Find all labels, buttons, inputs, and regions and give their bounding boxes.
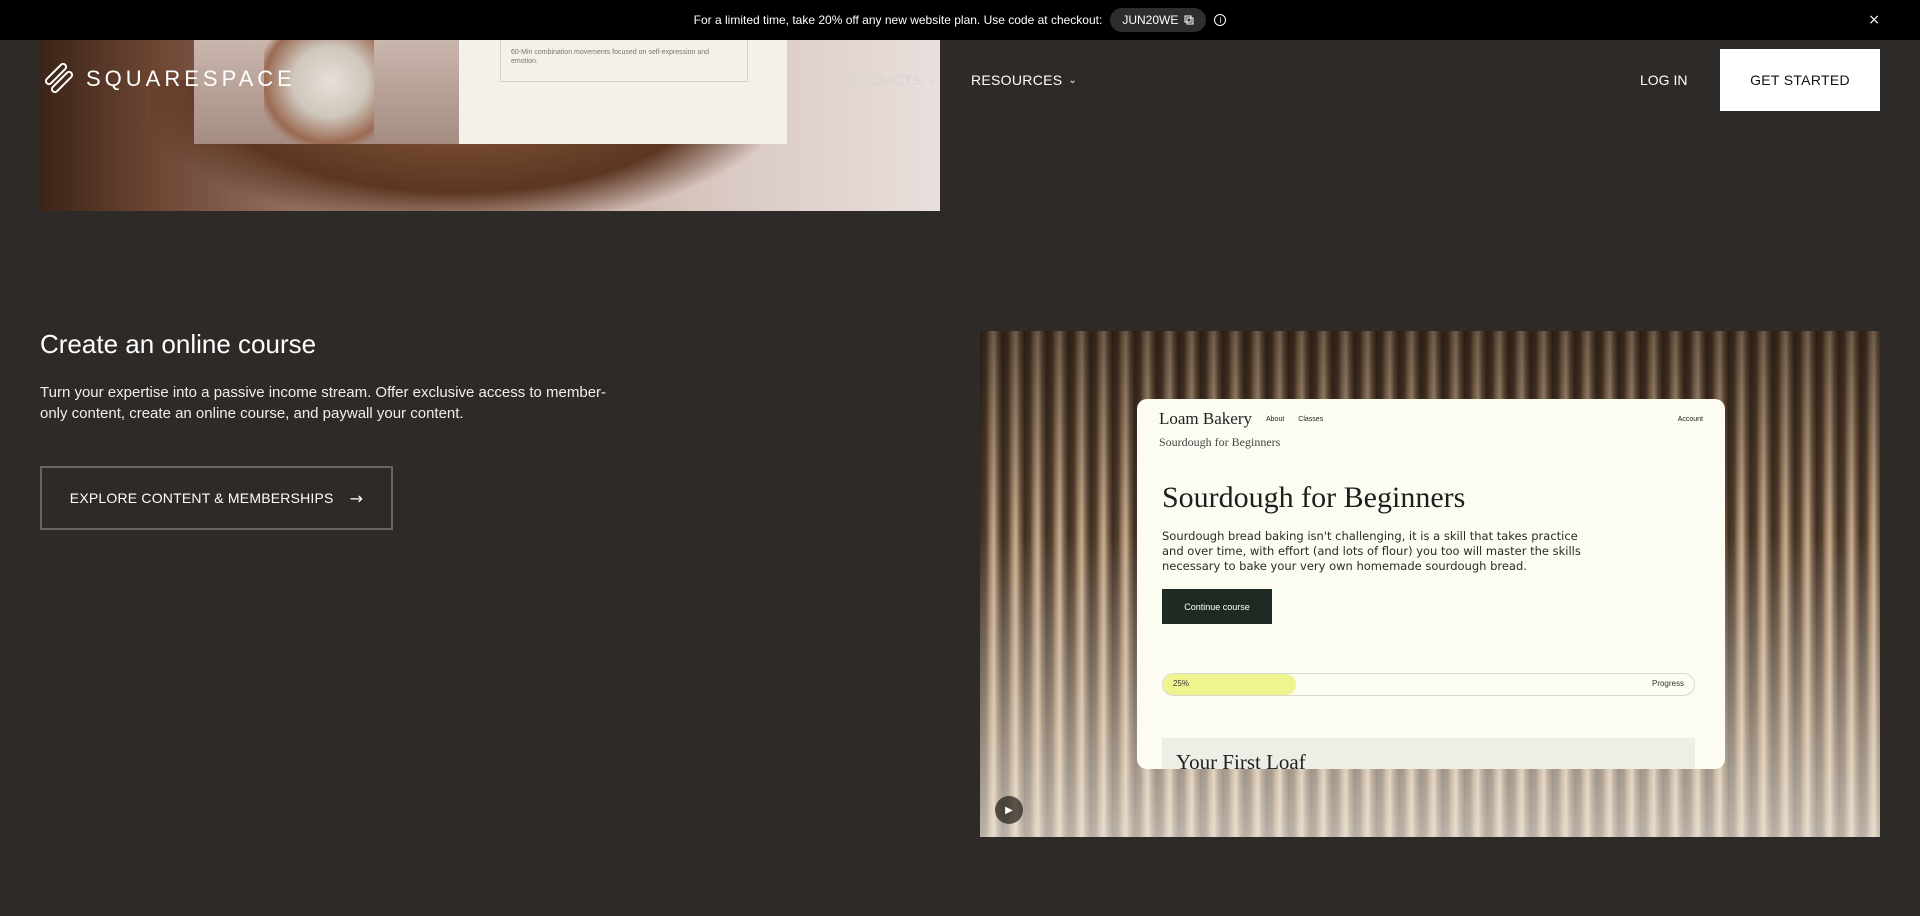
- mockup-links: About Classes: [1266, 416, 1323, 423]
- chevron-down-icon: ⌄: [1068, 74, 1078, 86]
- promo-bar: For a limited time, take 20% off any new…: [0, 0, 1920, 40]
- info-icon[interactable]: i: [1214, 14, 1227, 26]
- nav-resources[interactable]: RESOURCES ⌄: [971, 72, 1077, 88]
- mockup-link-about: About: [1266, 415, 1285, 423]
- mockup-breadcrumb: Sourdough for Beginners: [1159, 435, 1281, 449]
- course-video[interactable]: Loam Bakery About Classes Account Sourdo…: [980, 331, 1880, 837]
- nav-products-label: PRODUCTS: [841, 72, 922, 88]
- squarespace-logo[interactable]: SQUARESPACE: [40, 61, 296, 95]
- mockup-header: Loam Bakery About Classes Account: [1159, 409, 1703, 429]
- promo-code: JUN20WE: [1122, 13, 1179, 27]
- hero-card-text: 60-Min combination movements focused on …: [500, 40, 748, 82]
- mockup-brand: Loam Bakery: [1159, 409, 1252, 428]
- mockup-title: Sourdough for Beginners: [1162, 481, 1466, 514]
- mockup-progress-percent: 25%: [1173, 679, 1190, 688]
- mockup-body: Sourdough bread baking isn't challenging…: [1162, 529, 1581, 573]
- mockup-progress-label: Progress: [1651, 679, 1684, 688]
- logo-wordmark: SQUARESPACE: [86, 66, 296, 91]
- mockup-account: Account: [1677, 415, 1703, 423]
- play-icon[interactable]: ▶: [995, 796, 1023, 824]
- mockup-progress-bar: 25% Progress: [1162, 673, 1695, 696]
- mockup-lesson-title: Your First Loaf: [1162, 738, 1695, 769]
- course-site-mockup: Loam Bakery About Classes Account Sourdo…: [1137, 399, 1725, 769]
- nav-products[interactable]: PRODUCTS ⌄: [841, 72, 937, 88]
- section-description: Turn your expertise into a passive incom…: [40, 384, 607, 422]
- nav-resources-label: RESOURCES: [971, 72, 1063, 88]
- logo-mark-icon: [40, 61, 76, 95]
- close-icon[interactable]: ×: [1868, 12, 1880, 28]
- chevron-down-icon: ⌄: [927, 74, 937, 86]
- explore-button-label: EXPLORE CONTENT & MEMBERSHIPS: [69, 490, 334, 506]
- promo-message: For a limited time, take 20% off any new…: [693, 13, 1103, 27]
- promo-code-chip[interactable]: JUN20WE: [1110, 8, 1207, 32]
- mockup-link-classes: Classes: [1298, 415, 1324, 423]
- login-link[interactable]: LOG IN: [1640, 72, 1687, 88]
- mockup-continue-button: Continue course: [1162, 589, 1272, 624]
- section-heading: Create an online course: [40, 329, 317, 359]
- copy-icon[interactable]: [1184, 15, 1194, 25]
- get-started-button[interactable]: GET STARTED: [1720, 49, 1880, 111]
- explore-memberships-button[interactable]: EXPLORE CONTENT & MEMBERSHIPS →: [40, 466, 393, 530]
- arrow-right-icon: →: [349, 488, 364, 508]
